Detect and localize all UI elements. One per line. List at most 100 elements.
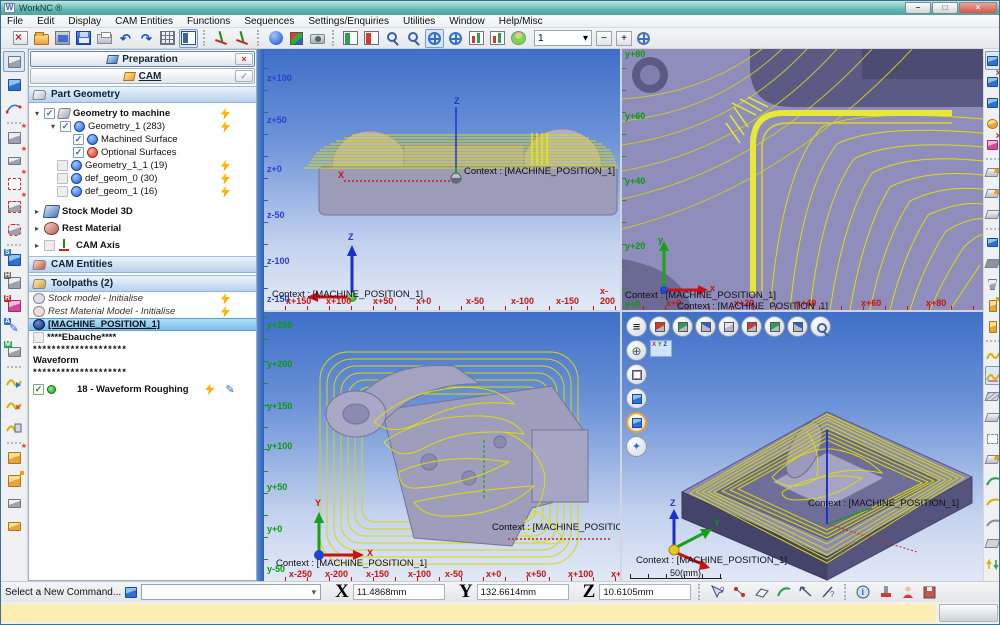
erase-1-button[interactable] — [985, 163, 1000, 182]
view-right-button[interactable] — [764, 316, 785, 337]
toolpath-delete-button[interactable]: × — [3, 394, 25, 415]
lightning-icon[interactable] — [206, 383, 215, 395]
caliper-button[interactable] — [797, 583, 815, 601]
view-back-button[interactable] — [672, 316, 693, 337]
checkbox[interactable] — [57, 186, 68, 197]
lightning-icon[interactable] — [221, 186, 230, 198]
center-view-button[interactable] — [634, 29, 653, 48]
close-file-button[interactable]: × — [11, 29, 30, 48]
erase-3-button[interactable] — [985, 408, 1000, 427]
close-panel-button[interactable]: × — [235, 53, 253, 65]
hide-panel-button[interactable] — [362, 29, 381, 48]
tree-label[interactable]: Optional Surfaces — [101, 147, 177, 158]
save-report-button[interactable] — [921, 583, 939, 601]
entity-info-button[interactable]: i — [855, 583, 873, 601]
checkbox[interactable]: ✓ — [73, 147, 84, 158]
curve-edit-button[interactable] — [985, 471, 1000, 490]
tree-row-machined-surface[interactable]: ✓ Machined Surface — [29, 133, 256, 146]
tree-row-optional-surfaces[interactable]: ✓ Optional Surfaces — [29, 146, 256, 159]
toolpath-play-button[interactable] — [3, 371, 25, 392]
erase-4-button[interactable] — [985, 450, 1000, 469]
menu-settings-enquiries[interactable]: Settings/Enquiries — [308, 16, 389, 27]
notification-button[interactable] — [939, 604, 998, 622]
axis-badge[interactable]: X Y Z — [650, 340, 672, 357]
grid-button[interactable] — [158, 29, 177, 48]
tree-label[interactable]: def_geom_1 (16) — [85, 186, 157, 197]
tree-label[interactable]: Geometry_1 (283) — [88, 121, 165, 132]
monitor-view-button[interactable] — [985, 233, 1000, 252]
toolpath-view-button[interactable] — [985, 345, 1000, 364]
toolpath-copy-button[interactable] — [3, 417, 25, 438]
measure-curve-button[interactable] — [775, 583, 793, 601]
save-button[interactable] — [74, 29, 93, 48]
viewport-iso[interactable]: ≡ ⊕ ✦ X — [622, 312, 983, 581]
checkbox[interactable] — [44, 240, 55, 251]
measure-plane-button[interactable] — [753, 583, 771, 601]
delete-entity-button[interactable] — [985, 72, 1000, 91]
tree-row-geometry-to-machine[interactable]: ▾ ✓ Geometry to machine — [29, 107, 256, 120]
tree-label[interactable]: Rest Material — [62, 223, 121, 234]
checkbox[interactable]: ✓ — [60, 121, 71, 132]
expander-icon[interactable]: ▸ — [33, 241, 41, 250]
coord-x-field[interactable] — [353, 584, 445, 600]
tree-label[interactable]: Machined Surface — [101, 134, 178, 145]
import-button[interactable] — [53, 29, 72, 48]
minimize-button[interactable]: – — [905, 2, 931, 14]
toolpath-new-button[interactable] — [3, 447, 25, 468]
open-file-button[interactable] — [32, 29, 51, 48]
layers-view-button[interactable] — [985, 387, 1000, 406]
stock-s-button[interactable]: S — [3, 249, 25, 270]
rest-r-button[interactable]: R — [3, 295, 25, 316]
axis-user-button[interactable] — [233, 29, 252, 48]
expander-icon[interactable]: ▸ — [33, 224, 41, 233]
command-combobox[interactable]: ▾ — [141, 584, 321, 600]
tree-row-waveform-roughing[interactable]: ✓ 18 - Waveform Roughing ✎ — [29, 381, 256, 397]
tree-label[interactable]: Geometry to machine — [73, 108, 170, 119]
tree-row-ebauche[interactable]: ****Ebauche**** — [29, 331, 256, 344]
tree-row-def-geom-0[interactable]: def_geom_0 (30) — [29, 172, 256, 185]
layers-button[interactable] — [3, 516, 25, 537]
checkbox[interactable]: ✓ — [33, 384, 44, 395]
tree-row-rest-material[interactable]: ▸ Rest Material — [29, 220, 256, 237]
tree-row-waveform-group[interactable]: Waveform — [29, 354, 256, 367]
menu-functions[interactable]: Functions — [187, 16, 230, 27]
tree-row-geometry-1-1[interactable]: Geometry_1_1 (19) — [29, 159, 256, 172]
tree-row-geometry-1[interactable]: ▾ ✓ Geometry_1 (283) — [29, 120, 256, 133]
checkbox[interactable]: ✓ — [73, 134, 84, 145]
maximize-button[interactable]: □ — [932, 2, 958, 14]
section-part-geometry[interactable]: Part Geometry — [29, 86, 256, 103]
lightning-icon[interactable] — [221, 108, 230, 120]
curve-move-button[interactable] — [985, 492, 1000, 511]
scale-minus-button[interactable]: − — [596, 31, 612, 46]
menu-cam-entities[interactable]: CAM Entities — [115, 16, 173, 27]
menu-sequences[interactable]: Sequences — [244, 16, 294, 27]
show-entity-button[interactable] — [985, 93, 1000, 112]
lightning-icon[interactable] — [221, 173, 230, 185]
scale-plus-button[interactable]: + — [616, 31, 632, 46]
tool-info-button[interactable] — [877, 583, 895, 601]
angle-query-button[interactable]: ? — [819, 583, 837, 601]
monitor-m-button[interactable]: M — [3, 341, 25, 362]
menu-file[interactable]: File — [7, 16, 23, 27]
snapshot-button[interactable] — [308, 29, 327, 48]
tree-label[interactable]: Waveform — [33, 355, 79, 366]
surfaces-button[interactable] — [3, 74, 25, 95]
view-rotate-button[interactable] — [718, 316, 739, 337]
base-button[interactable] — [985, 254, 1000, 273]
color-mode-button[interactable] — [287, 29, 306, 48]
zoom-in-button[interactable] — [383, 29, 402, 48]
lightning-icon[interactable] — [221, 121, 230, 133]
preparation-surface-button[interactable] — [3, 51, 25, 72]
print-button[interactable] — [95, 29, 114, 48]
tree-row-machine-position[interactable]: [MACHINE_POSITION_1] — [29, 318, 256, 331]
menu-display[interactable]: Display — [68, 16, 101, 27]
tree-label[interactable]: def_geom_0 (30) — [85, 173, 157, 184]
rotate-view-button[interactable] — [425, 29, 444, 48]
shaded-edges-button[interactable] — [626, 412, 647, 433]
checkbox[interactable]: ✓ — [44, 108, 55, 119]
pan-view-button[interactable] — [446, 29, 465, 48]
edit-pen-icon[interactable]: ✎ — [226, 383, 235, 396]
tree-row-cam-axis[interactable]: ▸ CAM Axis — [29, 237, 256, 254]
menu-edit[interactable]: Edit — [37, 16, 54, 27]
viewport-layout-button[interactable] — [179, 29, 198, 48]
